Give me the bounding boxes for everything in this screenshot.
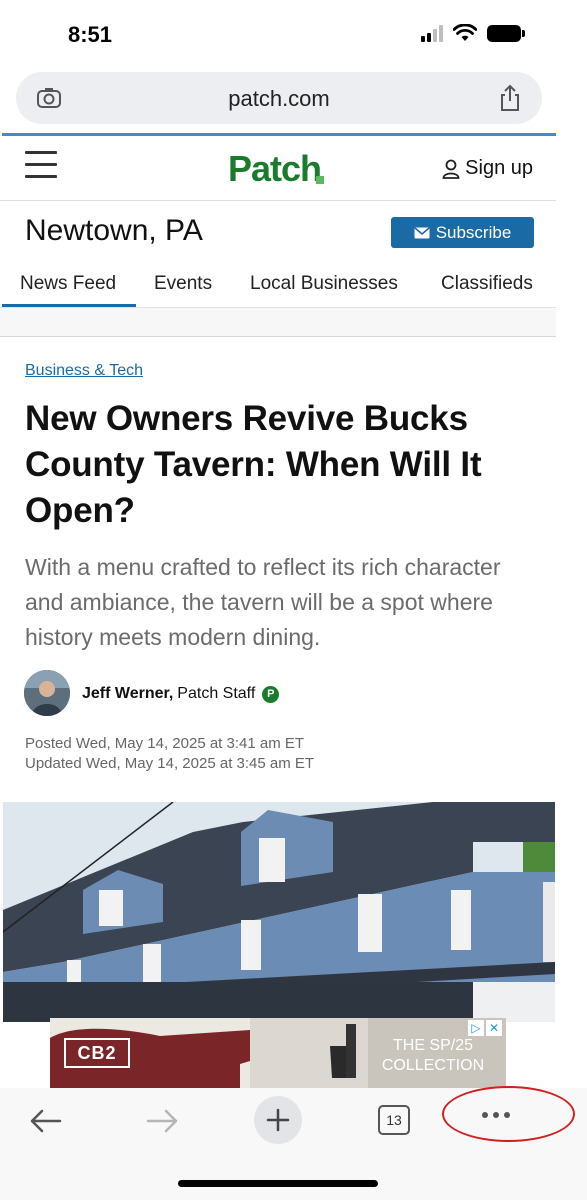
envelope-icon: [414, 226, 430, 238]
updated-date: Updated Wed, May 14, 2025 at 3:45 am ET: [25, 755, 315, 772]
hamburger-menu-icon[interactable]: [25, 151, 57, 179]
category-link[interactable]: Business & Tech: [25, 362, 143, 380]
forward-arrow-icon[interactable]: [146, 1108, 180, 1134]
divider: [0, 336, 556, 337]
author-avatar[interactable]: [24, 670, 70, 716]
article-hero-image[interactable]: [3, 802, 555, 1022]
timestamps: Posted Wed, May 14, 2025 at 3:41 am ET U…: [25, 734, 314, 774]
ad-headline: THE SP/25 COLLECTION: [381, 1037, 485, 1074]
tab-classifieds[interactable]: Classifieds: [441, 273, 533, 295]
byline: Jeff Werner, Patch Staff P: [82, 685, 280, 703]
home-indicator[interactable]: [178, 1180, 378, 1187]
ad-close-icon[interactable]: ✕: [486, 1020, 502, 1036]
battery-icon: [487, 24, 525, 42]
article-headline: New Owners Revive Bucks County Tavern: W…: [25, 399, 482, 530]
subscribe-button[interactable]: Subscribe: [391, 217, 534, 248]
back-arrow-icon[interactable]: [28, 1108, 62, 1134]
ad-placeholder-strip: [0, 308, 556, 336]
page-load-progress: [2, 133, 556, 136]
author-role: Patch Staff: [177, 685, 256, 702]
address-bar[interactable]: patch.com: [16, 72, 542, 124]
ad-choices[interactable]: ▷ ✕: [468, 1020, 502, 1036]
tab-events[interactable]: Events: [154, 273, 212, 295]
annotation-circle: [442, 1086, 575, 1142]
status-icons: [421, 24, 525, 42]
posted-date: Posted Wed, May 14, 2025 at 3:41 am ET: [25, 735, 305, 752]
new-tab-button[interactable]: [254, 1096, 302, 1144]
sign-up-link[interactable]: Sign up: [442, 157, 533, 180]
status-time: 8:51: [68, 22, 113, 47]
status-bar: 8:51: [0, 0, 587, 70]
tab-switcher-button[interactable]: 13: [378, 1105, 410, 1135]
location-title: Newtown, PA: [25, 214, 203, 247]
ad-choices-icon[interactable]: ▷: [468, 1020, 484, 1036]
section-nav: News Feed Events Local Businesses Classi…: [0, 270, 556, 308]
divider: [0, 200, 556, 201]
cellular-signal-icon: [421, 24, 443, 42]
logo-accent: [316, 176, 324, 184]
author-name[interactable]: Jeff Werner,: [82, 685, 173, 703]
article-dek: With a menu crafted to reflect its rich …: [25, 554, 501, 650]
share-icon[interactable]: [498, 84, 522, 112]
sign-up-label: Sign up: [465, 157, 533, 179]
user-icon: [442, 159, 460, 179]
wifi-icon: [453, 24, 477, 41]
patch-logo[interactable]: Patch: [228, 148, 322, 190]
advertisement-banner[interactable]: CB2 THE SP/25 COLLECTION ▷ ✕: [50, 1018, 506, 1088]
tab-local-businesses[interactable]: Local Businesses: [250, 273, 398, 295]
subscribe-label: Subscribe: [435, 222, 512, 242]
url-text[interactable]: patch.com: [16, 86, 542, 112]
author-photo: [24, 670, 70, 716]
patch-badge-icon: P: [262, 685, 280, 703]
ad-brand-logo: CB2: [64, 1038, 130, 1068]
tab-news-feed[interactable]: News Feed: [20, 273, 116, 295]
plus-icon: [266, 1108, 290, 1132]
